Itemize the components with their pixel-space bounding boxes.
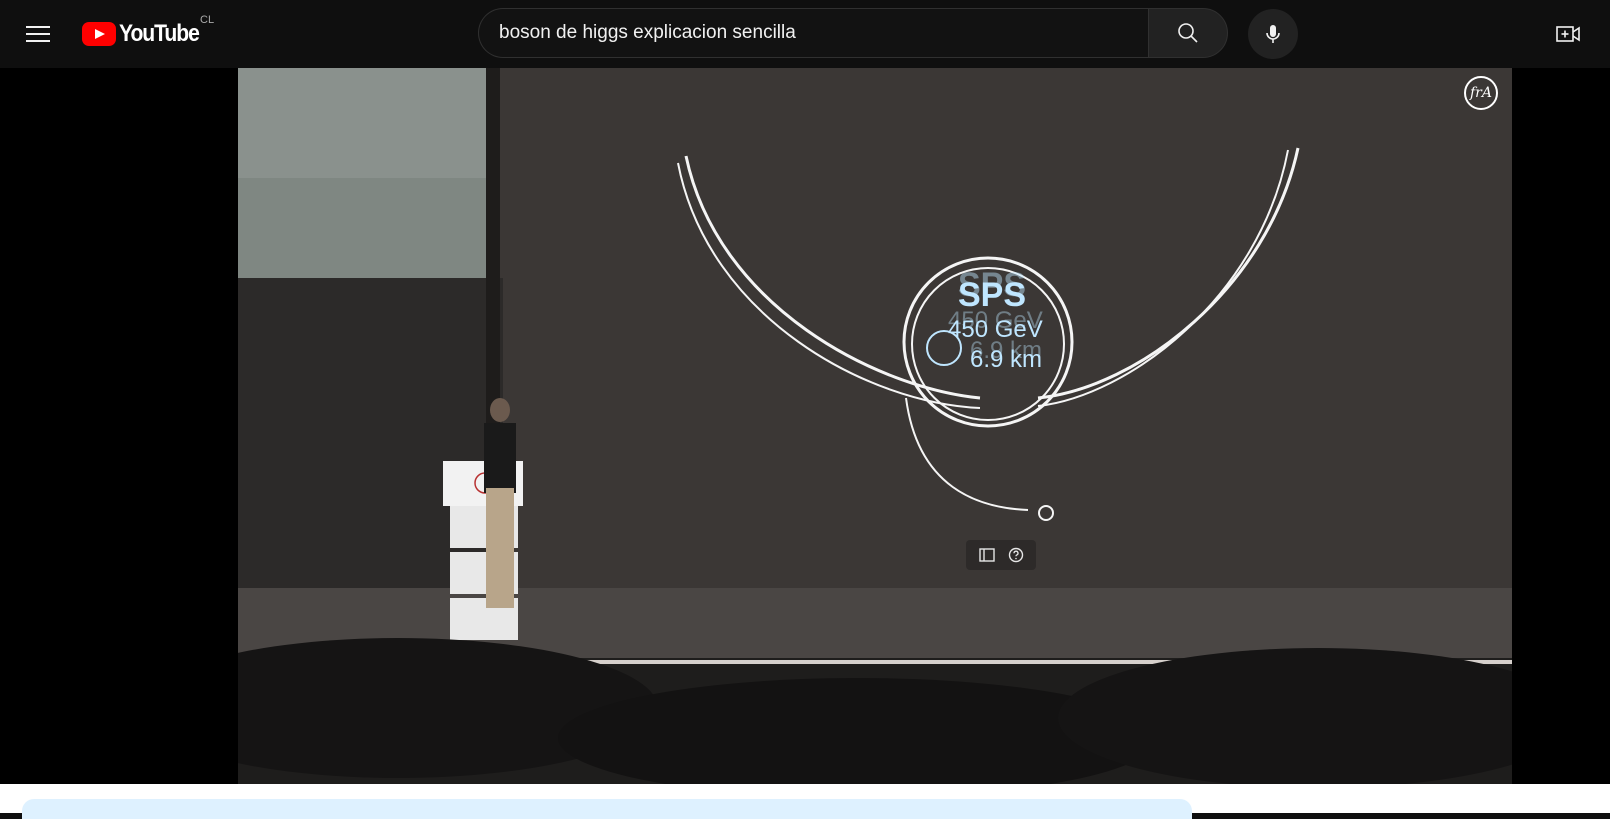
help-button[interactable] xyxy=(1008,547,1024,563)
youtube-logo[interactable]: YouTube CL xyxy=(82,14,214,50)
search-icon xyxy=(1178,23,1198,43)
overlay-controls xyxy=(966,540,1036,570)
search-bar xyxy=(478,8,1228,58)
video-add-icon xyxy=(1556,26,1580,42)
youtube-play-icon xyxy=(82,22,116,46)
search-button[interactable] xyxy=(1148,8,1228,58)
slide-circumference: 6.9 km xyxy=(970,346,1043,373)
microphone-icon xyxy=(1266,25,1280,43)
guide-menu-button[interactable] xyxy=(18,14,58,54)
slide-energy: 450 GeV xyxy=(948,316,1043,343)
hamburger-menu-icon xyxy=(26,26,50,28)
lecture-scene xyxy=(238,68,1512,784)
chapters-button[interactable] xyxy=(978,548,995,562)
logo-text: YouTube xyxy=(119,20,200,47)
info-banner xyxy=(22,799,1192,819)
below-player xyxy=(0,784,1610,819)
chapters-icon xyxy=(978,548,995,562)
search-input[interactable] xyxy=(478,8,1148,58)
slide-title: SPS xyxy=(958,276,1027,314)
help-icon xyxy=(1008,547,1023,563)
voice-search-button[interactable] xyxy=(1248,9,1298,59)
masthead: YouTube CL xyxy=(0,0,1610,68)
country-code: CL xyxy=(200,14,215,26)
channel-watermark[interactable]: frA xyxy=(1464,76,1498,110)
video-player[interactable]: frA SPS 450 GeV 6.9 km xyxy=(0,68,1610,784)
video-frame[interactable]: frA SPS 450 GeV 6.9 km xyxy=(238,68,1512,784)
create-button[interactable] xyxy=(1548,14,1588,54)
